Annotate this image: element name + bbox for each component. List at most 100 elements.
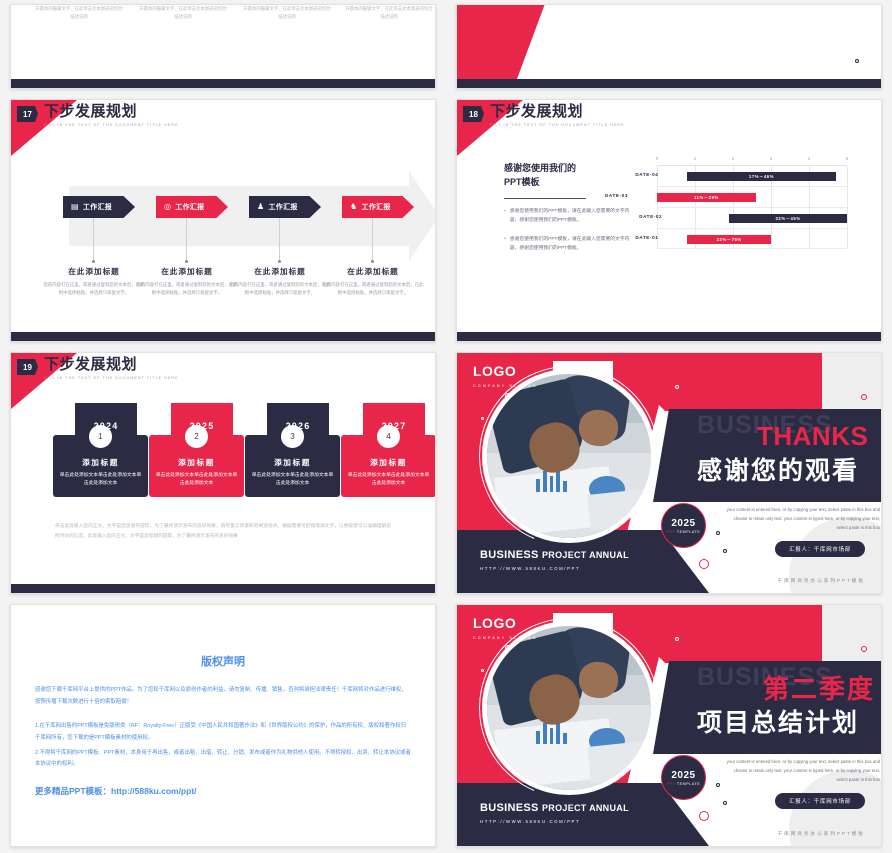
- slide-thumbnail-19[interactable]: 19 下步发展规划 FILL IN THE TEXT OF THE DOCUME…: [10, 352, 436, 594]
- slide-thumbnail-cover[interactable]: LOGO COMPANY SLOGAN BUSINESS 第二季度 项目总结计划…: [456, 604, 882, 847]
- step-caption-body: 您的内容打在这里，或者通过复制您的文本后，在此框中选择粘贴，并选择只保留文字。: [229, 282, 331, 295]
- logo-text: LOGO: [473, 363, 517, 379]
- step-caption: 在此添加标题 您的内容打在这里，或者通过复制您的文本后，在此框中选择粘贴，并选择…: [135, 266, 239, 296]
- step-number-badge: 2: [185, 425, 208, 448]
- grid-line: [657, 228, 847, 229]
- caption-text: 开题本内编辑文字，在此单击文本图表的综合描述说明: [139, 6, 227, 19]
- process-step-2[interactable]: ◎ 工作汇报: [156, 196, 228, 218]
- logo-block: LOGO COMPANY SLOGAN: [473, 615, 538, 640]
- slide-thumbnail-copyright[interactable]: 版权声明 感谢您下载千库网平台上提供的PPT作品。为了您和千库网以及原创作者的利…: [10, 604, 436, 847]
- grid-line: [657, 186, 847, 187]
- year-badge-sub: PPT TEMPLATE: [667, 530, 701, 534]
- slide-number-badge: 17: [17, 106, 38, 122]
- page-subtitle: FILL IN THE TEXT OF THE DOCUMENT TITLE H…: [44, 122, 179, 127]
- range-bar-chart: 0 1 2 3 4 5 DATE-04 17%－46% DATE-03 11%－…: [605, 156, 849, 249]
- year-badge-sub: PPT TEMPLATE: [667, 782, 701, 786]
- chart-plot-area: DATE-04 17%－46% DATE-03 11%－29% DATE-02 …: [605, 165, 848, 249]
- logo-slogan: COMPANY SLOGAN: [473, 384, 538, 388]
- lead-title-line2: PPT模板: [504, 176, 540, 187]
- grid-line: [847, 166, 848, 248]
- slide-cell-copyright[interactable]: 版权声明 感谢您下载千库网平台上提供的PPT作品。为了您和千库网以及原创作者的利…: [0, 600, 446, 853]
- divider: [504, 197, 586, 200]
- chart-bar: DATE-01 22%－75%: [635, 235, 771, 244]
- decor-circle: [699, 559, 709, 569]
- chart-bar: DATE-02 32%－45%: [639, 214, 847, 223]
- lead-text-block: 感谢您使用我们的 PPT模板 ▪ 感谢您使用我们的PPT模板，请在此输入您需要的…: [504, 162, 639, 264]
- slide-thumbnail-18[interactable]: 18 下步发展规划 FILL IN THE TEXT OF THE DOCUME…: [456, 99, 882, 342]
- title-english: THANKS: [757, 421, 869, 451]
- slide-footer-bar: [11, 79, 435, 88]
- bottom-slogan: 千库网商务办公系列PPT模板: [777, 578, 865, 583]
- step-caption: 在此添加标题 您的内容打在这里，或者通过复制您的文本后，在此框中选择粘贴，并选择…: [42, 266, 146, 296]
- slide-thumbnail-thanks[interactable]: LOGO COMPANY SLOGAN BUSINESS THANKS 感谢您的…: [456, 352, 882, 594]
- brand-line: BUSINESS PROJECT ANNUAL: [480, 802, 629, 814]
- step-caption-body: 您的内容打在这里，或者通过复制您的文本后，在此框中选择粘贴，并选择只保留文字。: [136, 282, 238, 295]
- x-tick: 1: [693, 156, 697, 161]
- copyright-clause-1: 1.在千库网出售的PPT模板是免版税类（RF：Royalty-Free）正版受《…: [35, 722, 407, 741]
- card-title: 添加标题: [82, 457, 119, 467]
- x-tick: 2: [731, 156, 735, 161]
- decor-circle: [481, 669, 484, 672]
- decor-circle: [675, 385, 679, 389]
- decor-circle: [716, 783, 720, 787]
- card-body: 单击此处添加文本单击此处添加文本单击此处添加文本: [251, 472, 334, 486]
- step-caption-body: 您的内容打在这里，或者通过复制您的文本后，在此框中选择粘贴，并选择只保留文字。: [43, 282, 145, 295]
- year-badge-year: 2025: [671, 517, 696, 529]
- badge-template: TEMPLATE: [676, 781, 701, 786]
- slide-cell-19[interactable]: 19 下步发展规划 FILL IN THE TEXT OF THE DOCUME…: [0, 348, 446, 600]
- step-number-badge: 3: [281, 425, 304, 448]
- step-caption-title: 在此添加标题: [161, 267, 213, 276]
- chart-bar-value: 22%－75%: [716, 236, 742, 242]
- step-caption-title: 在此添加标题: [254, 267, 306, 276]
- step-number-badge: 4: [377, 425, 400, 448]
- body-paragraph: your content is entered here, or by copy…: [726, 759, 880, 783]
- chart-bar-value: 17%－46%: [748, 173, 775, 179]
- slide-preview-grid: 开题本内编辑文字，在此单击文本图表的综合描述说明 开题本内编辑文字，在此单击文本…: [0, 0, 892, 853]
- year-badge-year: 2025: [671, 769, 696, 781]
- page-title: 下步发展规划: [490, 103, 584, 120]
- process-step-1[interactable]: ▤ 工作汇报: [63, 196, 135, 218]
- bullet-text: 感谢您使用我们的PPT模板，请在此输入您需要的文字内容，感谢您使用我们的PPT模…: [509, 209, 630, 224]
- slide-header: 下步发展规划 FILL IN THE TEXT OF THE DOCUMENT …: [490, 103, 625, 127]
- slide-cell-cover[interactable]: LOGO COMPANY SLOGAN BUSINESS 第二季度 项目总结计划…: [446, 600, 892, 853]
- chart-y-label: DATE-04: [635, 172, 659, 177]
- body-paragraph: your content is entered here, or by copy…: [726, 507, 880, 531]
- logo-text: LOGO: [473, 615, 517, 631]
- process-step-4[interactable]: ♞ 工作汇报: [342, 196, 414, 218]
- title-chinese: 项目总结计划: [697, 709, 860, 737]
- more-templates-link[interactable]: 更多精品PPT模板：http://588ku.com/ppt/: [35, 785, 411, 797]
- card-body: 单击此处添加文本单击此处添加文本单击此处添加文本: [155, 472, 238, 486]
- badge-template: TEMPLATE: [676, 529, 701, 534]
- slide-thumbnail-16[interactable]: 开题本内编辑文字，在此单击文本图表的综合描述说明 开题本内编辑文字，在此单击文本…: [10, 4, 436, 89]
- slide-cell-thanks[interactable]: LOGO COMPANY SLOGAN BUSINESS THANKS 感谢您的…: [446, 348, 892, 600]
- process-step-label: 工作汇报: [175, 204, 205, 211]
- x-tick: 5: [845, 156, 849, 161]
- decor-circle: [505, 645, 511, 651]
- process-step-3[interactable]: ♟ 工作汇报: [249, 196, 321, 218]
- slide-cell-top-left[interactable]: 开题本内编辑文字，在此单击文本图表的综合描述说明 开题本内编辑文字，在此单击文本…: [0, 0, 446, 95]
- page-title: 下步发展规划: [44, 356, 138, 373]
- process-step-label: 工作汇报: [361, 204, 391, 211]
- decor-circle: [505, 393, 511, 399]
- page-subtitle: FILL IN THE TEXT OF THE DOCUMENT TITLE H…: [490, 122, 625, 127]
- slide-cell-18[interactable]: 18 下步发展规划 FILL IN THE TEXT OF THE DOCUME…: [446, 95, 892, 348]
- copyright-clause-2: 2.不得将千库网的PPT模板、PPT素材，本身用于再出售，或者出租、出借、转让、…: [35, 749, 411, 768]
- brand-sub: PROJECT ANNUAL: [542, 550, 629, 560]
- slide-cell-17[interactable]: 17 下步发展规划 FILL IN THE TEXT OF THE DOCUME…: [0, 95, 446, 348]
- bullet-item: ▪ 感谢您使用我们的PPT模板，请在此输入您需要的文字内容，感谢您使用我们的PP…: [504, 208, 639, 226]
- card-title: 添加标题: [178, 457, 215, 467]
- slide-cell-top-right[interactable]: [446, 0, 892, 95]
- card-title: 添加标题: [274, 457, 311, 467]
- slide-thumbnail-cover-partial[interactable]: [456, 4, 882, 89]
- step-caption: 在此添加标题 您的内容打在这里，或者通过复制您的文本后，在此框中选择粘贴，并选择…: [228, 266, 332, 296]
- slide-thumbnail-17[interactable]: 17 下步发展规划 FILL IN THE TEXT OF THE DOCUME…: [10, 99, 436, 342]
- process-step-label: 工作汇报: [268, 204, 298, 211]
- grid-line: [657, 207, 847, 208]
- step-caption: 在此添加标题 您的内容打在这里，或者通过复制您的文本后，在此框中选择粘贴，并选择…: [321, 266, 425, 296]
- copyright-slide: 版权声明 感谢您下载千库网平台上提供的PPT作品。为了您和千库网以及原创作者的利…: [11, 605, 435, 846]
- connector-line: [279, 218, 280, 262]
- thanks-slide: LOGO COMPANY SLOGAN BUSINESS THANKS 感谢您的…: [457, 353, 881, 593]
- process-step-label: 工作汇报: [82, 204, 113, 211]
- step-caption-title: 在此添加标题: [68, 267, 120, 276]
- logo-block: LOGO COMPANY SLOGAN: [473, 363, 538, 388]
